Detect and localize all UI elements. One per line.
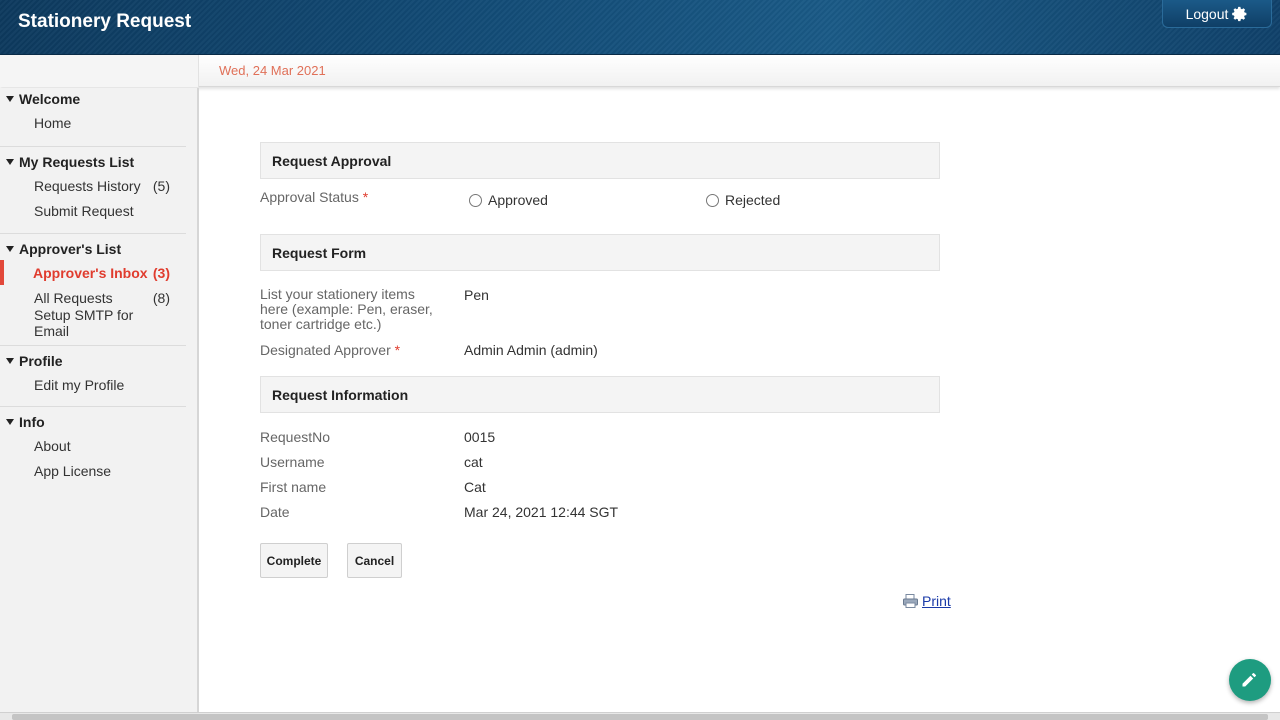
- printer-icon: [903, 594, 918, 608]
- designated-approver-label: Designated Approver: [260, 342, 391, 358]
- collapse-triangle-icon: [6, 419, 14, 425]
- sidebar-section-title[interactable]: Info: [0, 411, 186, 433]
- section-heading-request-information: Request Information: [260, 376, 940, 413]
- current-date: Wed, 24 Mar 2021: [219, 63, 326, 78]
- section-heading-request-form: Request Form: [260, 234, 940, 271]
- request-information-fields: RequestNo 0015 Username cat First name C…: [260, 413, 940, 543]
- count-badge: (3): [152, 264, 170, 281]
- sidebar-item-home[interactable]: Home: [0, 110, 186, 135]
- first-name-value: Cat: [464, 479, 486, 495]
- approval-status-label: Approval Status: [260, 189, 359, 205]
- radio-rejected[interactable]: Rejected: [706, 192, 780, 208]
- count-badge: (8): [152, 289, 170, 306]
- field-label: Username: [260, 454, 325, 470]
- request-form-panel: Request Approval Approval Status * Appro…: [260, 142, 940, 543]
- radio-button[interactable]: [706, 193, 719, 207]
- sidebar-section-welcome: Welcome Home: [0, 88, 186, 147]
- field-label: First name: [260, 479, 327, 495]
- designated-approver-value: Admin Admin (admin): [464, 342, 598, 358]
- request-number-value: 0015: [464, 429, 496, 445]
- sidebar-section-title[interactable]: Profile: [0, 350, 186, 372]
- approval-status-row: Approval Status * Approved Rejected: [260, 179, 940, 234]
- sidebar-section-my-requests: My Requests List Requests History (5) Sub…: [0, 147, 186, 234]
- request-form-fields: List your stationery items here (example…: [260, 271, 940, 376]
- cancel-button[interactable]: Cancel: [347, 543, 402, 578]
- sidebar-section-approvers-list: Approver's List Approver's Inbox (3) All …: [0, 234, 186, 346]
- app-title: Stationery Request: [18, 11, 192, 32]
- print-link[interactable]: Print: [903, 593, 951, 609]
- horizontal-scrollbar[interactable]: [0, 712, 1280, 720]
- sidebar-section-profile: Profile Edit my Profile: [0, 346, 186, 407]
- sidebar-item-approvers-inbox[interactable]: Approver's Inbox (3): [0, 260, 186, 285]
- field-label: RequestNo: [260, 429, 331, 445]
- logout-button[interactable]: Logout: [1162, 0, 1272, 28]
- sidebar-item-app-license[interactable]: App License: [0, 458, 186, 483]
- complete-button[interactable]: Complete: [260, 543, 328, 578]
- sidebar-item-setup-smtp[interactable]: Setup SMTP for Email: [0, 307, 186, 339]
- sidebar-item-edit-profile[interactable]: Edit my Profile: [0, 372, 186, 397]
- count-badge: (5): [152, 177, 170, 194]
- sidebar-section-title[interactable]: Approver's List: [0, 238, 186, 260]
- username-value: cat: [464, 454, 483, 470]
- stationery-items-label: List your stationery items here (example…: [260, 286, 433, 332]
- stationery-items-value: Pen: [464, 287, 489, 303]
- gear-icon: [1232, 6, 1248, 22]
- collapse-triangle-icon: [6, 96, 14, 102]
- sidebar-section-title[interactable]: Welcome: [0, 88, 186, 110]
- radio-button[interactable]: [469, 193, 482, 207]
- edit-fab-button[interactable]: [1229, 659, 1271, 701]
- date-bar: Wed, 24 Mar 2021: [0, 55, 1280, 87]
- app-header: Stationery Request Logout: [0, 0, 1280, 55]
- sidebar-item-about[interactable]: About: [0, 433, 186, 458]
- required-mark: *: [394, 342, 401, 358]
- collapse-triangle-icon: [6, 159, 14, 165]
- sidebar-item-requests-history[interactable]: Requests History (5): [0, 173, 186, 198]
- collapse-triangle-icon: [6, 246, 14, 252]
- required-mark: *: [362, 189, 369, 205]
- collapse-triangle-icon: [6, 358, 14, 364]
- sidebar-section-title[interactable]: My Requests List: [0, 151, 186, 173]
- date-value: Mar 24, 2021 12:44 SGT: [464, 504, 619, 520]
- sidebar: Welcome Home My Requests List Requests H…: [0, 88, 199, 712]
- pencil-icon: [1240, 669, 1260, 692]
- sidebar-section-info: Info About App License: [0, 407, 186, 483]
- scrollbar-thumb[interactable]: [12, 714, 1268, 720]
- logout-label: Logout: [1185, 5, 1229, 22]
- field-label: Date: [260, 504, 290, 520]
- section-heading-request-approval: Request Approval: [260, 142, 940, 179]
- radio-approved[interactable]: Approved: [469, 192, 548, 208]
- sidebar-item-submit-request[interactable]: Submit Request: [0, 198, 186, 223]
